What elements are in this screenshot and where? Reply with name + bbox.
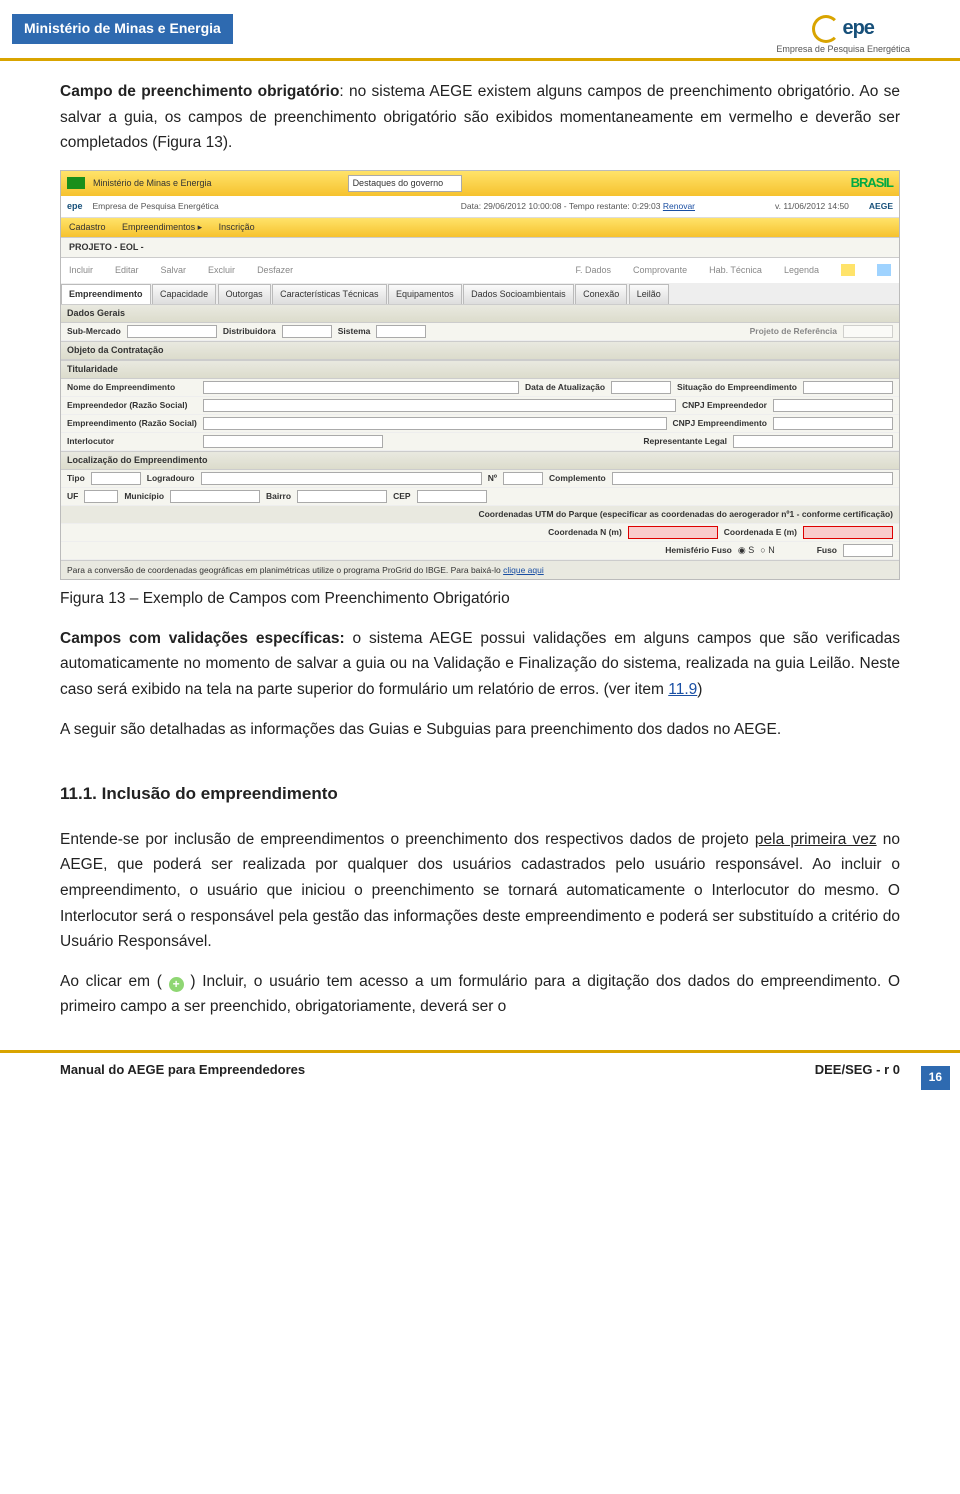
tab-leilao[interactable]: Leilão xyxy=(629,284,669,304)
epe-mini-logo: epe xyxy=(67,200,83,213)
hemisferio-s-radio[interactable]: ◉ S xyxy=(738,544,754,557)
data-atualizacao-input[interactable] xyxy=(611,381,671,394)
projeto-ref-select xyxy=(843,325,893,338)
footer-left: Manual do AEGE para Empreendedores xyxy=(60,1061,305,1080)
menu-empreendimentos[interactable]: Empreendimentos ▸ xyxy=(122,222,202,232)
project-bar: PROJETO - EOL - xyxy=(61,237,899,258)
tool-fdados[interactable]: F. Dados xyxy=(576,264,612,277)
gov-label: Ministério de Minas e Energia xyxy=(93,177,212,190)
empreendimento-razao-input[interactable] xyxy=(203,417,667,430)
page-number: 16 xyxy=(921,1066,950,1089)
cnpj-empreendimento-input[interactable] xyxy=(773,417,893,430)
tab-strip: Empreendimento Capacidade Outorgas Carac… xyxy=(61,284,899,304)
hemisferio-n-radio[interactable]: ○ N xyxy=(760,544,774,557)
menu-inscricao[interactable]: Inscrição xyxy=(219,222,255,232)
legend-swatch-blue xyxy=(877,264,891,276)
nome-input[interactable] xyxy=(203,381,519,394)
paragraph-1: Campo de preenchimento obrigatório: no s… xyxy=(60,79,900,156)
tab-equipamentos[interactable]: Equipamentos xyxy=(388,284,462,304)
ministry-tab: Ministério de Minas e Energia xyxy=(12,14,233,44)
menu-cadastro[interactable]: Cadastro xyxy=(69,222,106,232)
fuso-select[interactable] xyxy=(843,544,893,557)
section-titularidade: Titularidade xyxy=(61,360,899,379)
legend-swatch-yellow xyxy=(841,264,855,276)
empreendedor-input[interactable] xyxy=(203,399,676,412)
numero-input[interactable] xyxy=(503,472,543,485)
aege-logo: AEGE xyxy=(869,200,893,212)
legend-label: Legenda xyxy=(784,264,819,277)
tab-outorgas[interactable]: Outorgas xyxy=(218,284,271,304)
municipio-select[interactable] xyxy=(170,490,260,503)
tool-salvar[interactable]: Salvar xyxy=(161,264,187,277)
add-icon: + xyxy=(169,977,184,992)
submercado-select[interactable] xyxy=(127,325,217,338)
tab-empreendimento[interactable]: Empreendimento xyxy=(61,284,151,304)
tool-comprovante[interactable]: Comprovante xyxy=(633,264,687,277)
figure-caption: Figura 13 – Exemplo de Campos com Preenc… xyxy=(60,586,900,612)
tool-desfazer[interactable]: Desfazer xyxy=(257,264,293,277)
interlocutor-select[interactable] xyxy=(203,435,383,448)
version-date: v. 11/06/2012 14:50 xyxy=(775,200,849,212)
paragraph-5: Ao clicar em ( + ) Incluir, o usuário te… xyxy=(60,969,900,1020)
tab-caracteristicas[interactable]: Características Técnicas xyxy=(272,284,386,304)
session-info: Data: 29/06/2012 10:00:08 - Tempo restan… xyxy=(461,200,695,212)
tab-socioambientais[interactable]: Dados Socioambientais xyxy=(463,284,574,304)
uf-select[interactable] xyxy=(84,490,118,503)
main-menu[interactable]: Cadastro Empreendimentos ▸ Inscrição xyxy=(61,218,899,237)
tool-editar[interactable]: Editar xyxy=(115,264,139,277)
coordenada-n-input[interactable] xyxy=(628,526,718,539)
progrid-note: Para a conversão de coordenadas geográfi… xyxy=(61,560,899,579)
tool-excluir[interactable]: Excluir xyxy=(208,264,235,277)
link-11-9[interactable]: 11.9 xyxy=(668,681,697,698)
epe-logo: epe Empresa de Pesquisa Energética xyxy=(776,14,910,56)
bairro-input[interactable] xyxy=(297,490,387,503)
coord-header: Coordenadas UTM do Parque (especificar a… xyxy=(478,508,893,520)
sistema-select[interactable] xyxy=(376,325,426,338)
tipo-select[interactable] xyxy=(91,472,141,485)
brasil-flag-icon xyxy=(67,177,85,189)
section-objeto: Objeto da Contratação xyxy=(61,341,899,360)
distribuidora-select[interactable] xyxy=(282,325,332,338)
tool-hab-tecnica[interactable]: Hab. Técnica xyxy=(709,264,762,277)
tool-incluir[interactable]: Incluir xyxy=(69,264,93,277)
clique-aqui-link[interactable]: clique aqui xyxy=(503,565,544,575)
tab-capacidade[interactable]: Capacidade xyxy=(152,284,216,304)
tab-conexao[interactable]: Conexão xyxy=(575,284,627,304)
cep-input[interactable] xyxy=(417,490,487,503)
complemento-input[interactable] xyxy=(612,472,893,485)
paragraph-4: Entende-se por inclusão de empreendiment… xyxy=(60,827,900,955)
paragraph-3: A seguir são detalhadas as informações d… xyxy=(60,717,900,743)
representante-select[interactable] xyxy=(733,435,893,448)
brasil-logo: BRASIL xyxy=(851,174,893,193)
situacao-select[interactable] xyxy=(803,381,893,394)
cnpj-empreendedor-input[interactable] xyxy=(773,399,893,412)
renovar-link[interactable]: Renovar xyxy=(663,201,695,211)
section-localizacao: Localização do Empreendimento xyxy=(61,451,899,470)
figure-13-screenshot: Ministério de Minas e Energia Destaques … xyxy=(60,170,900,581)
logradouro-input[interactable] xyxy=(201,472,482,485)
section-heading-11-1: 11.1. Inclusão do empreendimento xyxy=(60,782,900,807)
coordenada-e-input[interactable] xyxy=(803,526,893,539)
section-dados-gerais: Dados Gerais xyxy=(61,304,899,323)
footer-right: DEE/SEG - r 0 xyxy=(815,1061,900,1080)
destaques-select[interactable]: Destaques do governo xyxy=(348,175,463,192)
paragraph-2: Campos com validações específicas: o sis… xyxy=(60,626,900,703)
